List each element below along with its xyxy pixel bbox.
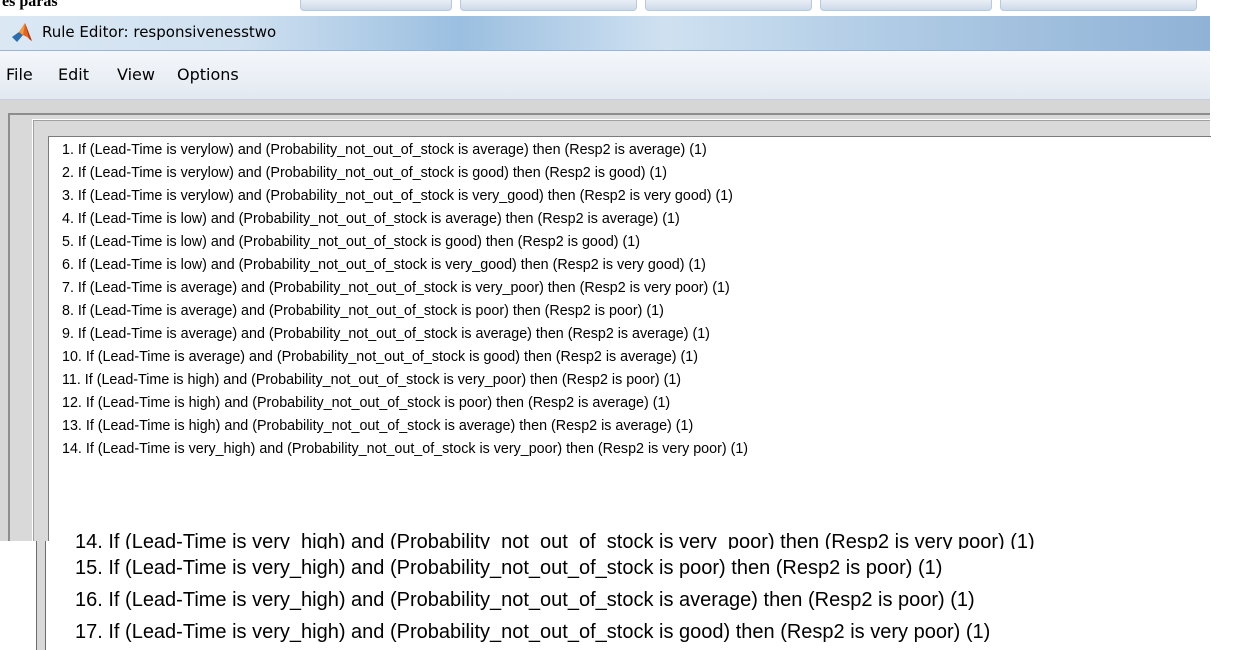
background-tab (820, 0, 992, 11)
cut-off-rule-text: 14. If (Lead-Time is very_high) and (Pro… (75, 531, 1035, 549)
rule-item[interactable]: 12. If (Lead-Time is high) and (Probabil… (62, 394, 670, 413)
background-tab (1000, 0, 1197, 11)
cropped-heading: es paras (2, 0, 58, 10)
rule-item[interactable]: 8. If (Lead-Time is average) and (Probab… (62, 302, 664, 321)
zoomed-rule-item[interactable]: 17. If (Lead-Time is very_high) and (Pro… (75, 619, 990, 645)
rule-item[interactable]: 11. If (Lead-Time is high) and (Probabil… (62, 371, 681, 390)
matlab-logo-icon (12, 23, 32, 42)
rule-item[interactable]: 5. If (Lead-Time is low) and (Probabilit… (62, 233, 640, 252)
window-title-bar[interactable]: Rule Editor: responsivenesstwo (0, 16, 1210, 51)
rule-item[interactable]: 2. If (Lead-Time is verylow) and (Probab… (62, 164, 667, 183)
background-tab (645, 0, 812, 11)
rule-item[interactable]: 1. If (Lead-Time is verylow) and (Probab… (62, 141, 707, 160)
rules-listbox[interactable]: 1. If (Lead-Time is verylow) and (Probab… (48, 136, 1211, 542)
menu-edit[interactable]: Edit (58, 65, 89, 84)
background-tab (300, 0, 452, 11)
cropped-document-strip: es paras (0, 0, 1243, 16)
rule-item[interactable]: 7. If (Lead-Time is average) and (Probab… (62, 279, 730, 298)
cut-off-rule-line: 14. If (Lead-Time is very_high) and (Pro… (75, 529, 1225, 549)
rule-item[interactable]: 4. If (Lead-Time is low) and (Probabilit… (62, 210, 680, 229)
menu-view[interactable]: View (117, 65, 155, 84)
rule-item[interactable]: 13. If (Lead-Time is high) and (Probabil… (62, 417, 693, 436)
window-title: Rule Editor: responsivenesstwo (42, 23, 277, 41)
rule-item[interactable]: 6. If (Lead-Time is low) and (Probabilit… (62, 256, 706, 275)
rule-item[interactable]: 14. If (Lead-Time is very_high) and (Pro… (62, 440, 748, 459)
menu-bar: File Edit View Options (0, 51, 1210, 100)
menu-file[interactable]: File (6, 65, 33, 84)
zoomed-rules-crop: 14. If (Lead-Time is very_high) and (Pro… (0, 531, 1243, 650)
zoomed-rule-item[interactable]: 16. If (Lead-Time is very_high) and (Pro… (75, 587, 975, 613)
menu-options[interactable]: Options (177, 65, 239, 84)
rule-item[interactable]: 9. If (Lead-Time is average) and (Probab… (62, 325, 710, 344)
rule-item[interactable]: 10. If (Lead-Time is average) and (Proba… (62, 348, 698, 367)
background-tab (460, 0, 637, 11)
panel-edge (36, 541, 46, 650)
zoomed-rule-item[interactable]: 15. If (Lead-Time is very_high) and (Pro… (75, 555, 942, 581)
rule-editor-body: 1. If (Lead-Time is verylow) and (Probab… (0, 100, 1211, 542)
rule-item[interactable]: 3. If (Lead-Time is verylow) and (Probab… (62, 187, 733, 206)
